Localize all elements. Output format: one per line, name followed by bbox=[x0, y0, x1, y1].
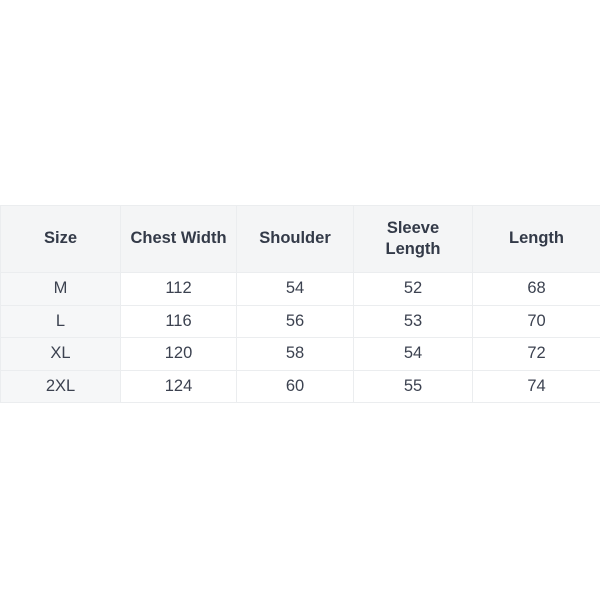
column-header-chest-width: Chest Width bbox=[120, 205, 237, 273]
table-row: L 116 56 53 70 bbox=[0, 304, 600, 338]
cell-chest-width: 112 bbox=[120, 272, 237, 306]
table-row: M 112 54 52 68 bbox=[0, 272, 600, 306]
column-header-length: Length bbox=[472, 205, 600, 273]
cell-size: L bbox=[0, 304, 121, 338]
column-header-shoulder: Shoulder bbox=[236, 205, 354, 273]
table-header-row: Size Chest Width Shoulder Sleeve Length … bbox=[0, 205, 600, 273]
cell-chest-width: 120 bbox=[120, 337, 237, 371]
column-header-size: Size bbox=[0, 205, 121, 273]
cell-sleeve-length: 52 bbox=[353, 272, 473, 306]
cell-sleeve-length: 55 bbox=[353, 369, 473, 403]
cell-shoulder: 54 bbox=[236, 272, 354, 306]
cell-chest-width: 124 bbox=[120, 369, 237, 403]
cell-length: 70 bbox=[472, 304, 600, 338]
size-chart-container: Size Chest Width Shoulder Sleeve Length … bbox=[0, 205, 600, 403]
table-header: Size Chest Width Shoulder Sleeve Length … bbox=[0, 205, 600, 273]
size-chart-table: Size Chest Width Shoulder Sleeve Length … bbox=[0, 205, 600, 403]
table-row: 2XL 124 60 55 74 bbox=[0, 369, 600, 403]
cell-shoulder: 58 bbox=[236, 337, 354, 371]
table-body: M 112 54 52 68 L 116 56 53 70 XL 120 58 … bbox=[0, 272, 600, 403]
cell-length: 74 bbox=[472, 369, 600, 403]
cell-chest-width: 116 bbox=[120, 304, 237, 338]
cell-shoulder: 56 bbox=[236, 304, 354, 338]
column-header-sleeve-length: Sleeve Length bbox=[353, 205, 473, 273]
table-row: XL 120 58 54 72 bbox=[0, 337, 600, 371]
cell-size: 2XL bbox=[0, 369, 121, 403]
cell-shoulder: 60 bbox=[236, 369, 354, 403]
cell-size: M bbox=[0, 272, 121, 306]
cell-size: XL bbox=[0, 337, 121, 371]
cell-sleeve-length: 54 bbox=[353, 337, 473, 371]
cell-sleeve-length: 53 bbox=[353, 304, 473, 338]
cell-length: 72 bbox=[472, 337, 600, 371]
cell-length: 68 bbox=[472, 272, 600, 306]
